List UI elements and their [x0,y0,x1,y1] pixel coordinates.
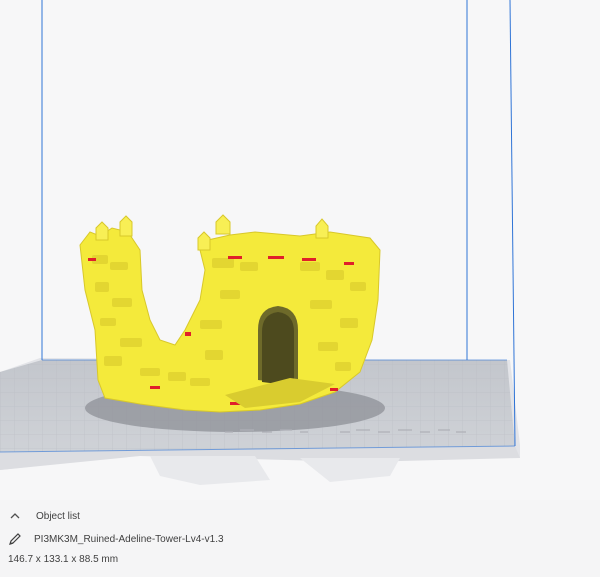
object-name: PI3MK3M_Ruined-Adeline-Tower-Lv4-v1.3 [34,533,224,545]
object-list-panel: Object list PI3MK3M_Ruined-Adeline-Tower… [0,500,600,577]
object-dimensions: 146.7 x 133.1 x 88.5 mm [8,554,119,565]
pencil-icon[interactable] [8,532,22,546]
model-ruined-tower[interactable] [79,214,381,413]
object-list-label: Object list [36,510,80,522]
chevron-up-icon [8,509,22,523]
object-list-item[interactable]: PI3MK3M_Ruined-Adeline-Tower-Lv4-v1.3 [8,530,224,548]
scene-canvas[interactable] [0,0,600,500]
build-plate-foot [150,456,270,485]
3d-viewport[interactable] [0,0,600,500]
build-plate-foot [300,458,400,482]
object-list-toggle[interactable]: Object list [8,508,80,524]
